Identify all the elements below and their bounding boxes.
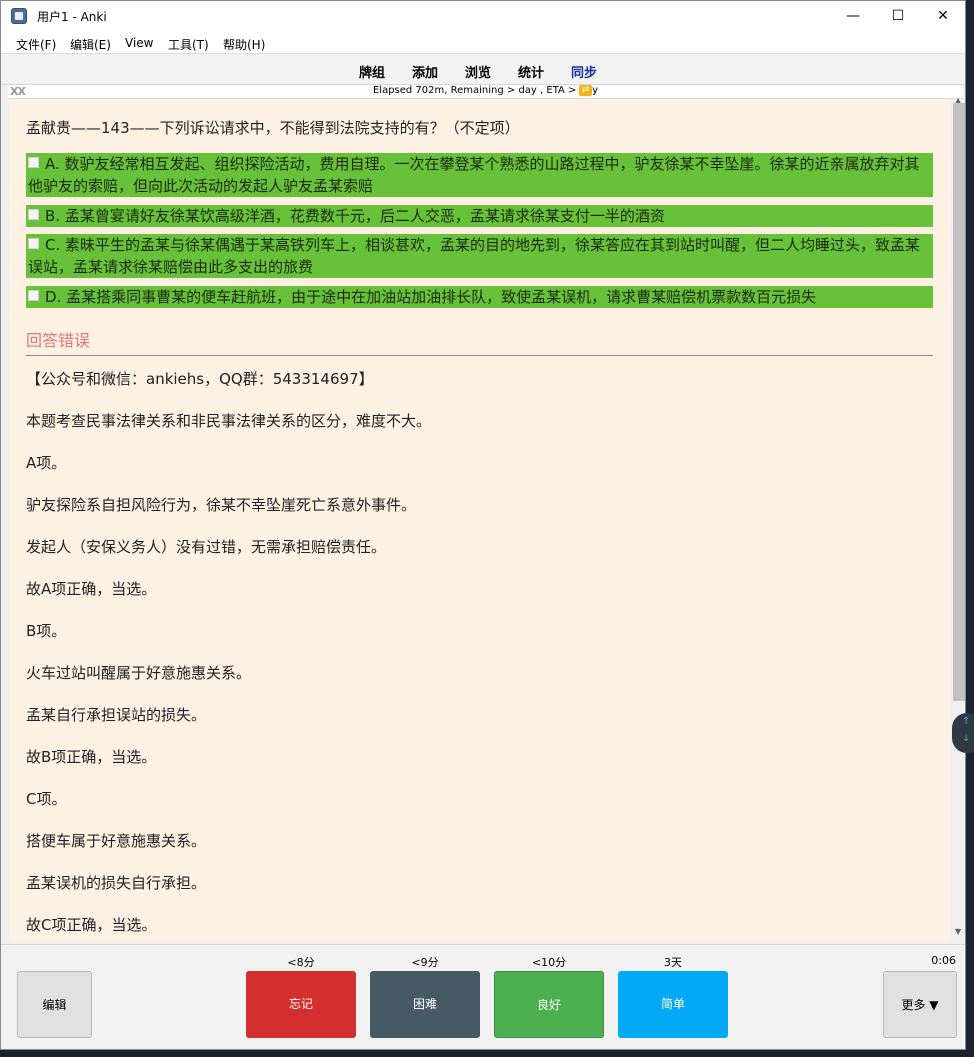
option-text: A. 数驴友经常相互发起、组织探险活动，费用自理。一次在攀登某个熟悉的山路过程中…: [28, 155, 920, 195]
good-button[interactable]: 良好: [494, 971, 604, 1038]
easy-button[interactable]: 简单: [618, 971, 728, 1038]
scroll-thumb[interactable]: [953, 103, 965, 701]
menu-bar: 文件(F) 编辑(E) View 工具(T) 帮助(H): [1, 31, 965, 54]
interval-hard: <9分: [411, 956, 439, 969]
explanation-line: 搭便车属于好意施惠关系。: [26, 832, 207, 850]
option-d[interactable]: D. 孟某搭乘同事曹某的便车赶航班，由于途中在加油站加油排长队，致使孟某误机，请…: [26, 286, 933, 308]
interval-good: <10分: [531, 956, 567, 969]
arrow-up-icon[interactable]: ↑: [962, 716, 970, 727]
explanation-line: 【公众号和微信：ankiehs，QQ群：543314697】: [26, 370, 374, 388]
explanation-line: 故C项正确，当选。: [26, 916, 157, 934]
checkbox-icon: [28, 209, 39, 220]
menu-edit[interactable]: 编辑(E): [70, 36, 111, 53]
answer-bar: 编辑 <8分 忘记 <9分 困难 <10分 良好 3天 简单 0:06 更多 ▼: [1, 944, 965, 1049]
option-a[interactable]: A. 数驴友经常相互发起、组织探险活动，费用自理。一次在攀登某个熟悉的山路过程中…: [26, 153, 933, 197]
menu-help[interactable]: 帮助(H): [223, 36, 265, 53]
anki-window: 用户1 - Anki — ☐ ✕ 文件(F) 编辑(E) View 工具(T) …: [0, 0, 966, 1050]
title-bar: 用户1 - Anki — ☐ ✕: [1, 1, 965, 31]
explanation-line: A项。: [26, 454, 67, 472]
refresh-icon[interactable]: ⇄: [579, 85, 592, 96]
answer-divider: [26, 355, 933, 356]
explanation-line: 孟某误机的损失自行承担。: [26, 874, 207, 892]
explanation-line: 本题考查民事法律关系和非民事法律关系的区分，难度不大。: [26, 412, 432, 430]
explanation-line: C项。: [26, 790, 67, 808]
toolbar-add[interactable]: 添加: [412, 62, 438, 81]
checkbox-icon: [28, 157, 39, 168]
option-text: D. 孟某搭乘同事曹某的便车赶航班，由于途中在加油站加油排长队，致使孟某误机，请…: [45, 288, 817, 306]
scroll-down-icon[interactable]: ▼: [955, 927, 961, 936]
interval-easy: 3天: [664, 956, 682, 969]
progress-status-line: XX Elapsed 702m, Remaining > day , ETA >…: [8, 85, 963, 99]
edit-button[interactable]: 编辑: [17, 971, 92, 1038]
option-c[interactable]: C. 素昧平生的孟某与徐某偶遇于某高铁列车上，相谈甚欢，孟某的目的地先到，徐某答…: [26, 234, 933, 278]
content-scrollbar[interactable]: ▲ ▼: [952, 96, 965, 942]
floating-nav-widget[interactable]: ↑ ↓: [952, 713, 974, 753]
explanation-line: 驴友探险系自担风险行为，徐某不幸坠崖死亡系意外事件。: [26, 496, 417, 514]
card-content: 孟献贵——143——下列诉讼请求中，不能得到法院支持的有？（不定项） A. 数驴…: [9, 99, 951, 942]
explanation-line: 故B项正确，当选。: [26, 748, 157, 766]
menu-view[interactable]: View: [125, 36, 153, 50]
answer-timer: 0:06: [931, 954, 956, 967]
main-toolbar: 牌组 添加 浏览 统计 同步: [1, 54, 965, 85]
explanation-line: 火车过站叫醒属于好意施惠关系。: [26, 664, 252, 682]
option-text: B. 孟某曾宴请好友徐某饮高级洋酒，花费数千元，后二人交恶，孟某请求徐某支付一半…: [45, 207, 665, 225]
window-title: 用户1 - Anki: [37, 10, 107, 24]
anki-logo-icon: [11, 8, 27, 24]
menu-file[interactable]: 文件(F): [16, 36, 56, 53]
menu-tools[interactable]: 工具(T): [168, 36, 209, 53]
again-button[interactable]: 忘记: [246, 971, 356, 1038]
toolbar-decks[interactable]: 牌组: [359, 62, 385, 81]
explanation-line: 发起人（安保义务人）没有过错，无需承担赔偿责任。: [26, 538, 387, 556]
question-text: 孟献贵——143——下列诉讼请求中，不能得到法院支持的有？（不定项）: [26, 119, 520, 137]
minimize-button[interactable]: —: [830, 1, 876, 31]
option-b[interactable]: B. 孟某曾宴请好友徐某饮高级洋酒，花费数千元，后二人交恶，孟某请求徐某支付一半…: [26, 205, 933, 227]
more-button[interactable]: 更多 ▼: [883, 971, 957, 1038]
option-text: C. 素昧平生的孟某与徐某偶遇于某高铁列车上，相谈甚欢，孟某的目的地先到，徐某答…: [28, 236, 921, 276]
maximize-button[interactable]: ☐: [875, 1, 921, 31]
toolbar-browse[interactable]: 浏览: [465, 62, 491, 81]
hard-button[interactable]: 困难: [370, 971, 480, 1038]
elapsed-text: Elapsed 702m, Remaining > day , ETA > da…: [372, 85, 599, 96]
explanation-line: 故A项正确，当选。: [26, 580, 157, 598]
explanation-line: 孟某自行承担误站的损失。: [26, 706, 207, 724]
toolbar-sync[interactable]: 同步: [571, 62, 597, 81]
toolbar-stats[interactable]: 统计: [518, 62, 544, 81]
close-button[interactable]: ✕: [920, 1, 965, 31]
interval-again: <8分: [287, 956, 315, 969]
arrow-down-icon[interactable]: ↓: [962, 733, 970, 744]
checkbox-icon: [28, 238, 39, 249]
explanation-line: B项。: [26, 622, 67, 640]
answer-result: 回答错误: [26, 331, 91, 350]
checkbox-icon: [28, 290, 39, 301]
